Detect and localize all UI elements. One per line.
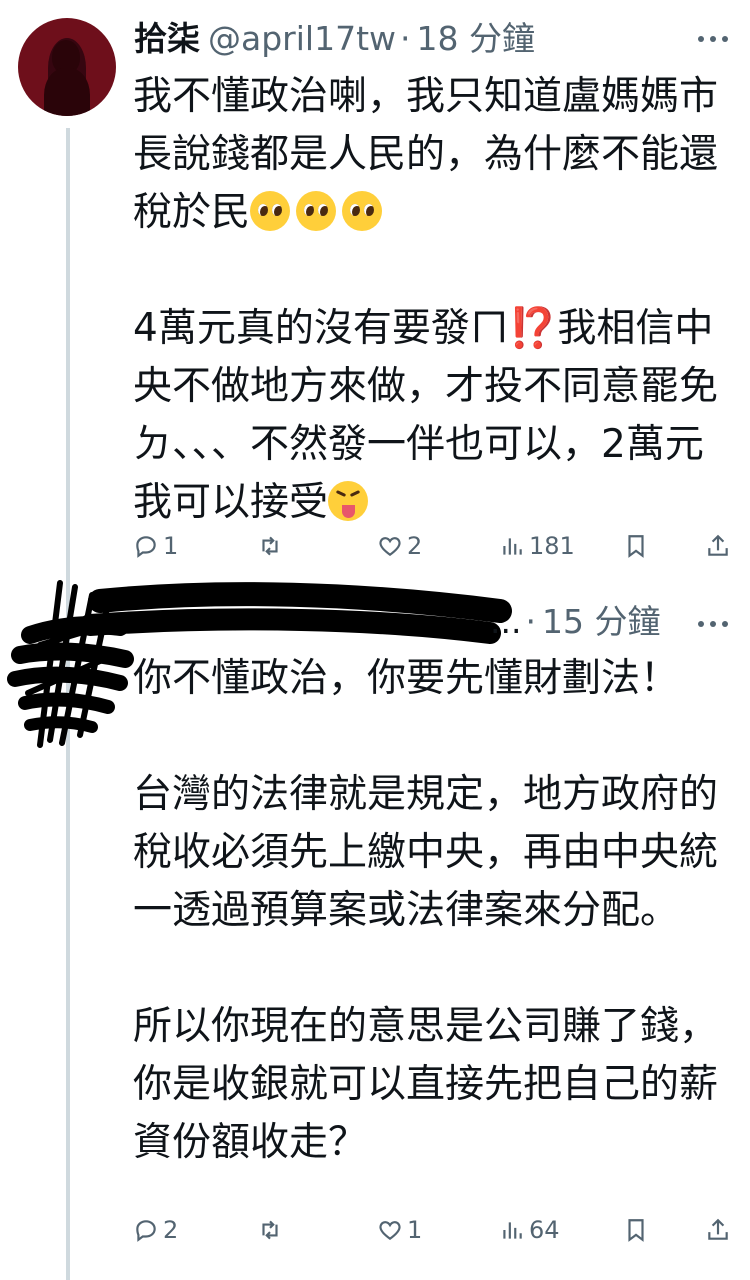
- bookmark-icon: [628, 1219, 644, 1242]
- retweet-button[interactable]: [257, 524, 287, 568]
- more-icon[interactable]: [698, 619, 728, 629]
- timestamp[interactable]: 15 分鐘: [542, 597, 660, 647]
- views-count: 64: [529, 1216, 560, 1244]
- squinting-face-with-tongue-emoji: [328, 481, 369, 521]
- display-name[interactable]: 拾柒: [134, 14, 200, 64]
- tweet-paragraph: 我不懂政治喇，我只知道盧媽媽市長說錢都是人民的，為什麼不能還稅於民: [133, 74, 719, 235]
- views-icon: [503, 1222, 522, 1239]
- more-icon[interactable]: [698, 34, 728, 44]
- like-button[interactable]: 2: [377, 524, 422, 568]
- share-icon: [708, 534, 728, 556]
- tweet-actions: 1 2 181: [133, 524, 733, 568]
- reply-button[interactable]: 2: [133, 1208, 178, 1252]
- tweet-paragraph: 你不懂政治，你要先懂財劃法！: [133, 656, 680, 701]
- like-count: 1: [407, 1216, 423, 1244]
- tweet-header: 拾柒 @april17tw · 18 分鐘: [134, 14, 535, 64]
- reply-icon: [136, 536, 156, 558]
- tweet-header: ... · 15 分鐘: [490, 597, 660, 647]
- share-icon: [708, 1218, 728, 1240]
- tweet-actions: 2 1 64: [133, 1208, 733, 1252]
- user-handle-truncated[interactable]: ...: [490, 597, 521, 647]
- reply-count: 1: [163, 532, 179, 560]
- views-count: 181: [529, 532, 575, 560]
- bookmark-button[interactable]: [623, 1208, 649, 1252]
- like-icon: [379, 537, 401, 556]
- views-button[interactable]: 64: [499, 1208, 560, 1252]
- like-count: 2: [407, 532, 423, 560]
- like-icon: [379, 1221, 401, 1240]
- tweet-paragraph: 台灣的法律就是規定，地方政府的稅收必須先上繳中央，再由中央統一透過預算案或法律案…: [133, 772, 719, 933]
- bookmark-icon: [628, 535, 644, 558]
- reply-icon: [136, 1220, 156, 1242]
- pleading-face-emoji: [342, 191, 383, 231]
- tweet-text: 你不懂政治，你要先懂財劃法！ 台灣的法律就是規定，地方政府的稅收必須先上繳中央，…: [133, 650, 733, 1172]
- share-button[interactable]: [705, 524, 731, 568]
- pleading-face-emoji: [296, 191, 337, 231]
- bookmark-button[interactable]: [623, 524, 649, 568]
- avatar[interactable]: [18, 18, 116, 116]
- like-button[interactable]: 1: [377, 1208, 422, 1252]
- share-button[interactable]: [705, 1208, 731, 1252]
- separator-dot: ·: [525, 602, 536, 641]
- tweet-paragraph: 所以你現在的意思是公司賺了錢，你是收銀就可以直接先把自己的薪資份額收走？: [133, 1004, 719, 1165]
- retweet-icon: [262, 536, 278, 556]
- tweet-paragraph: 4萬元真的沒有要發ㄇ: [133, 306, 509, 351]
- views-button[interactable]: 181: [499, 524, 575, 568]
- reply-count: 2: [163, 1216, 179, 1244]
- user-handle[interactable]: @april17tw: [208, 14, 396, 64]
- interrobang-emoji: ⁉️: [508, 306, 558, 351]
- pleading-face-emoji: [250, 191, 291, 231]
- retweet-button[interactable]: [257, 1208, 287, 1252]
- reply-button[interactable]: 1: [133, 524, 178, 568]
- timestamp[interactable]: 18 分鐘: [417, 14, 535, 64]
- retweet-icon: [262, 1220, 278, 1240]
- tweet-text: 我不懂政治喇，我只知道盧媽媽市長說錢都是人民的，為什麼不能還稅於民 4萬元真的沒…: [133, 68, 733, 532]
- views-icon: [503, 538, 522, 555]
- separator-dot: ·: [400, 19, 411, 58]
